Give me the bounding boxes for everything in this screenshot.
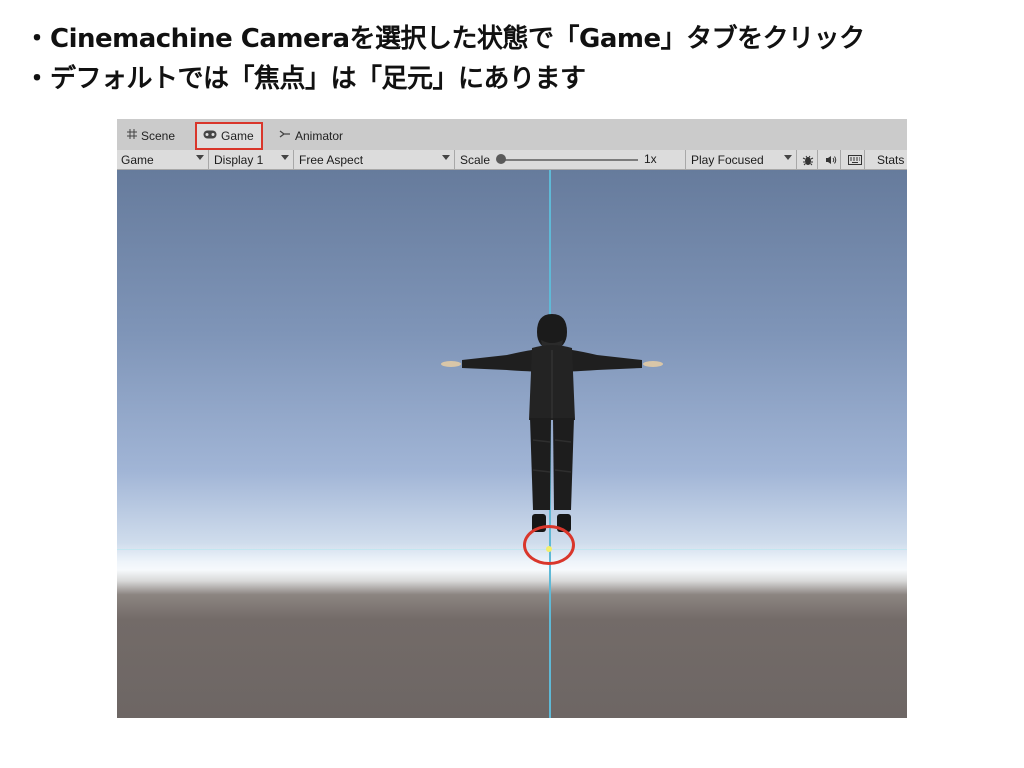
unity-editor-window: Scene Game Animator Game Display 1 Free … <box>117 119 907 718</box>
speaker-icon[interactable] <box>821 150 841 169</box>
chevron-down-icon <box>281 155 289 160</box>
game-view-label: Game <box>121 152 154 167</box>
chevron-down-icon <box>442 155 450 160</box>
focus-highlight-circle <box>523 525 575 565</box>
stats-label: Stats <box>877 152 905 167</box>
scale-slider-handle[interactable] <box>496 154 506 164</box>
focus-point-marker <box>546 546 552 552</box>
bullet-list: ・ Cinemachine Cameraを選択した状態で「Game」タブをクリッ… <box>24 16 1014 96</box>
game-view-dropdown[interactable]: Game <box>117 150 209 169</box>
display-label: Display 1 <box>214 152 264 167</box>
bug-icon[interactable] <box>798 150 818 169</box>
play-mode-label: Play Focused <box>691 152 764 167</box>
tab-scene-label: Scene <box>141 128 176 143</box>
animator-icon <box>279 129 291 142</box>
scale-label: Scale <box>460 152 491 167</box>
bullet-marker: ・ <box>24 63 50 94</box>
scale-slider-track[interactable] <box>500 159 638 161</box>
chevron-down-icon <box>784 155 792 160</box>
bullet-text: Cinemachine Cameraを選択した状態で「Game」タブをクリック <box>50 23 865 54</box>
play-mode-dropdown[interactable]: Play Focused <box>687 150 797 169</box>
bullet-item: ・ Cinemachine Cameraを選択した状態で「Game」タブをクリッ… <box>24 16 1014 56</box>
grid-icon <box>127 129 137 142</box>
aspect-dropdown[interactable]: Free Aspect <box>295 150 455 169</box>
tab-animator-label: Animator <box>295 128 344 143</box>
game-view-toolbar: Game Display 1 Free Aspect Scale 1x Play… <box>117 150 907 170</box>
gamepad-icon <box>203 130 217 142</box>
game-viewport[interactable] <box>117 170 907 718</box>
scale-value: 1x <box>644 152 657 166</box>
bullet-marker: ・ <box>24 23 50 54</box>
display-dropdown[interactable]: Display 1 <box>210 150 294 169</box>
bullet-item: ・ デフォルトでは「焦点」は「足元」にあります <box>24 56 1014 96</box>
tab-bar: Scene Game Animator <box>117 119 907 150</box>
bullet-text: デフォルトでは「焦点」は「足元」にあります <box>50 63 586 94</box>
tab-game[interactable]: Game <box>195 122 263 150</box>
scale-control: Scale 1x <box>456 150 686 169</box>
tab-animator[interactable]: Animator <box>273 123 369 148</box>
stats-button[interactable]: Stats <box>873 150 907 169</box>
aspect-label: Free Aspect <box>299 152 364 167</box>
tab-scene[interactable]: Scene <box>121 123 191 148</box>
tab-game-label: Game <box>221 129 254 143</box>
slide: ・ Cinemachine Cameraを選択した状態で「Game」タブをクリッ… <box>0 0 1024 768</box>
chevron-down-icon <box>196 155 204 160</box>
keyboard-icon[interactable] <box>845 150 865 169</box>
